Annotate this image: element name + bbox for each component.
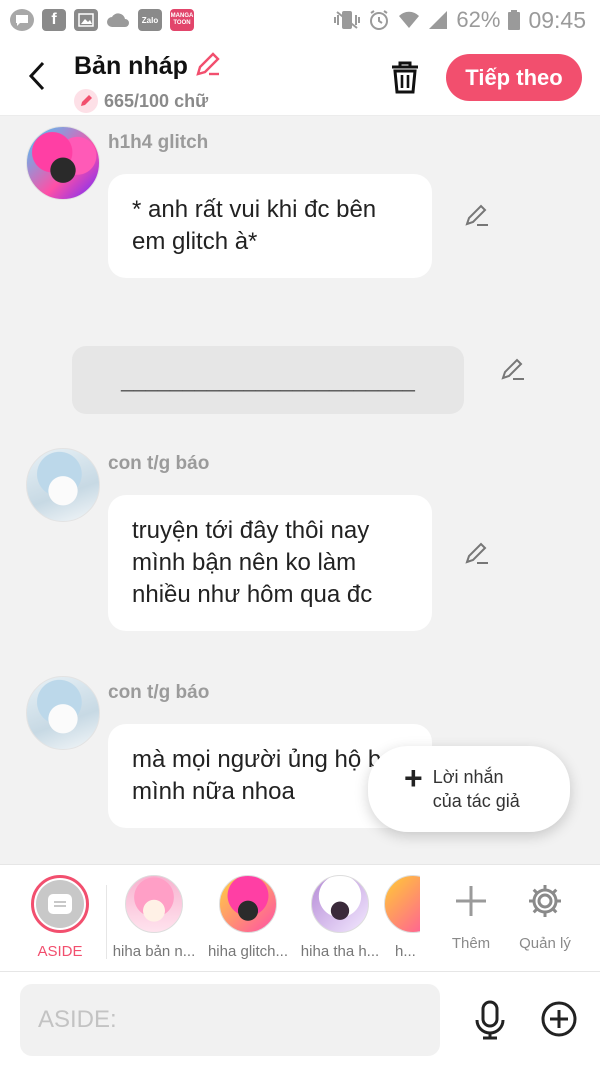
status-bar: f Zalo MANGA TOON 62% 09:45 (0, 0, 600, 40)
avatar[interactable] (26, 126, 100, 200)
page-title: Bản nháp (74, 52, 188, 80)
divider (106, 885, 107, 959)
character-label: hiha tha h... (300, 943, 380, 960)
rename-title-button[interactable] (194, 50, 222, 83)
edit-narration-button[interactable] (498, 354, 528, 384)
manage-characters-button[interactable]: Quản lý (510, 879, 580, 952)
pencil-icon (465, 204, 488, 226)
chevron-left-icon (28, 61, 45, 91)
add-character-button[interactable]: Thêm (436, 879, 506, 952)
plus-icon: + (404, 760, 423, 796)
battery-percent: 62% (456, 7, 501, 32)
avatar[interactable] (26, 448, 100, 522)
sender-name: con t/g báo (108, 453, 210, 474)
app-header: Bản nháp 665/100 chữ Tiếp theo (0, 40, 600, 116)
message-input[interactable] (20, 984, 440, 1056)
title-area: Bản nháp 665/100 chữ (74, 50, 222, 113)
signal-icon (429, 11, 448, 29)
character-hiha-tha[interactable]: hiha tha h... (294, 875, 386, 960)
sender-name: h1h4 glitch (108, 132, 209, 153)
clock: 09:45 (528, 6, 586, 33)
aside-icon (36, 880, 84, 928)
pencil-icon (196, 52, 220, 76)
character-label: h... (395, 943, 415, 960)
wifi-icon (399, 11, 420, 28)
delete-button[interactable] (388, 58, 422, 96)
author-note-label: Lời nhắn của tác giả (432, 767, 520, 811)
message-bubble[interactable]: * anh rất vui khi đc bên em glitch à* (108, 174, 432, 278)
character-avatar (311, 875, 369, 933)
word-count: 665/100 chữ (104, 90, 209, 111)
image-icon (74, 9, 98, 31)
next-button[interactable]: Tiếp theo (446, 54, 582, 101)
character-bar: ASIDE hiha bản n... hiha glitch... hiha … (0, 864, 600, 972)
battery-icon (508, 10, 521, 30)
character-hiha-ban[interactable]: hiha bản n... (108, 875, 200, 960)
back-button[interactable] (22, 58, 52, 94)
mangatoon-icon: MANGA TOON (170, 9, 194, 31)
character-label: ASIDE (37, 943, 83, 960)
word-count-pencil-icon (74, 89, 98, 113)
character-label: hiha bản n... (112, 943, 196, 960)
character-partial[interactable]: h... (380, 875, 420, 960)
avatar[interactable] (26, 676, 100, 750)
edit-message-button[interactable] (462, 200, 492, 230)
edit-message-button[interactable] (462, 538, 492, 568)
narration-bubble[interactable]: ________________________ (72, 346, 464, 414)
zalo-icon: Zalo (138, 9, 162, 31)
microphone-icon (475, 1000, 505, 1040)
add-label: Thêm (451, 935, 491, 952)
character-avatar (219, 875, 277, 933)
plus-icon (449, 879, 493, 923)
manage-label: Quản lý (519, 935, 571, 952)
notification-icons: f Zalo MANGA TOON (10, 9, 194, 31)
pencil-icon (501, 358, 524, 380)
trash-icon (392, 61, 418, 94)
message-bubble[interactable]: truyện tới đây thôi nay mình bận nên ko … (108, 495, 432, 631)
character-aside[interactable]: ASIDE (14, 875, 106, 960)
voice-button[interactable] (470, 996, 510, 1044)
character-label: hiha glitch... (207, 943, 289, 960)
author-note-button[interactable]: + Lời nhắn của tác giả (368, 746, 570, 832)
pencil-icon (465, 542, 488, 564)
system-status: 62% 09:45 (334, 7, 586, 34)
alarm-icon (370, 10, 389, 30)
vibrate-icon (334, 11, 361, 29)
gear-icon (523, 879, 567, 923)
composer (0, 972, 600, 1067)
cloud-icon (106, 9, 130, 31)
sender-name: con t/g báo (108, 682, 210, 703)
add-media-button[interactable] (538, 998, 580, 1040)
facebook-icon: f (42, 9, 66, 31)
character-avatar (384, 875, 420, 933)
character-avatar (125, 875, 183, 933)
character-hiha-glitch[interactable]: hiha glitch... (202, 875, 294, 960)
chat-bubble-icon (10, 9, 34, 31)
plus-circle-icon (541, 1001, 577, 1037)
